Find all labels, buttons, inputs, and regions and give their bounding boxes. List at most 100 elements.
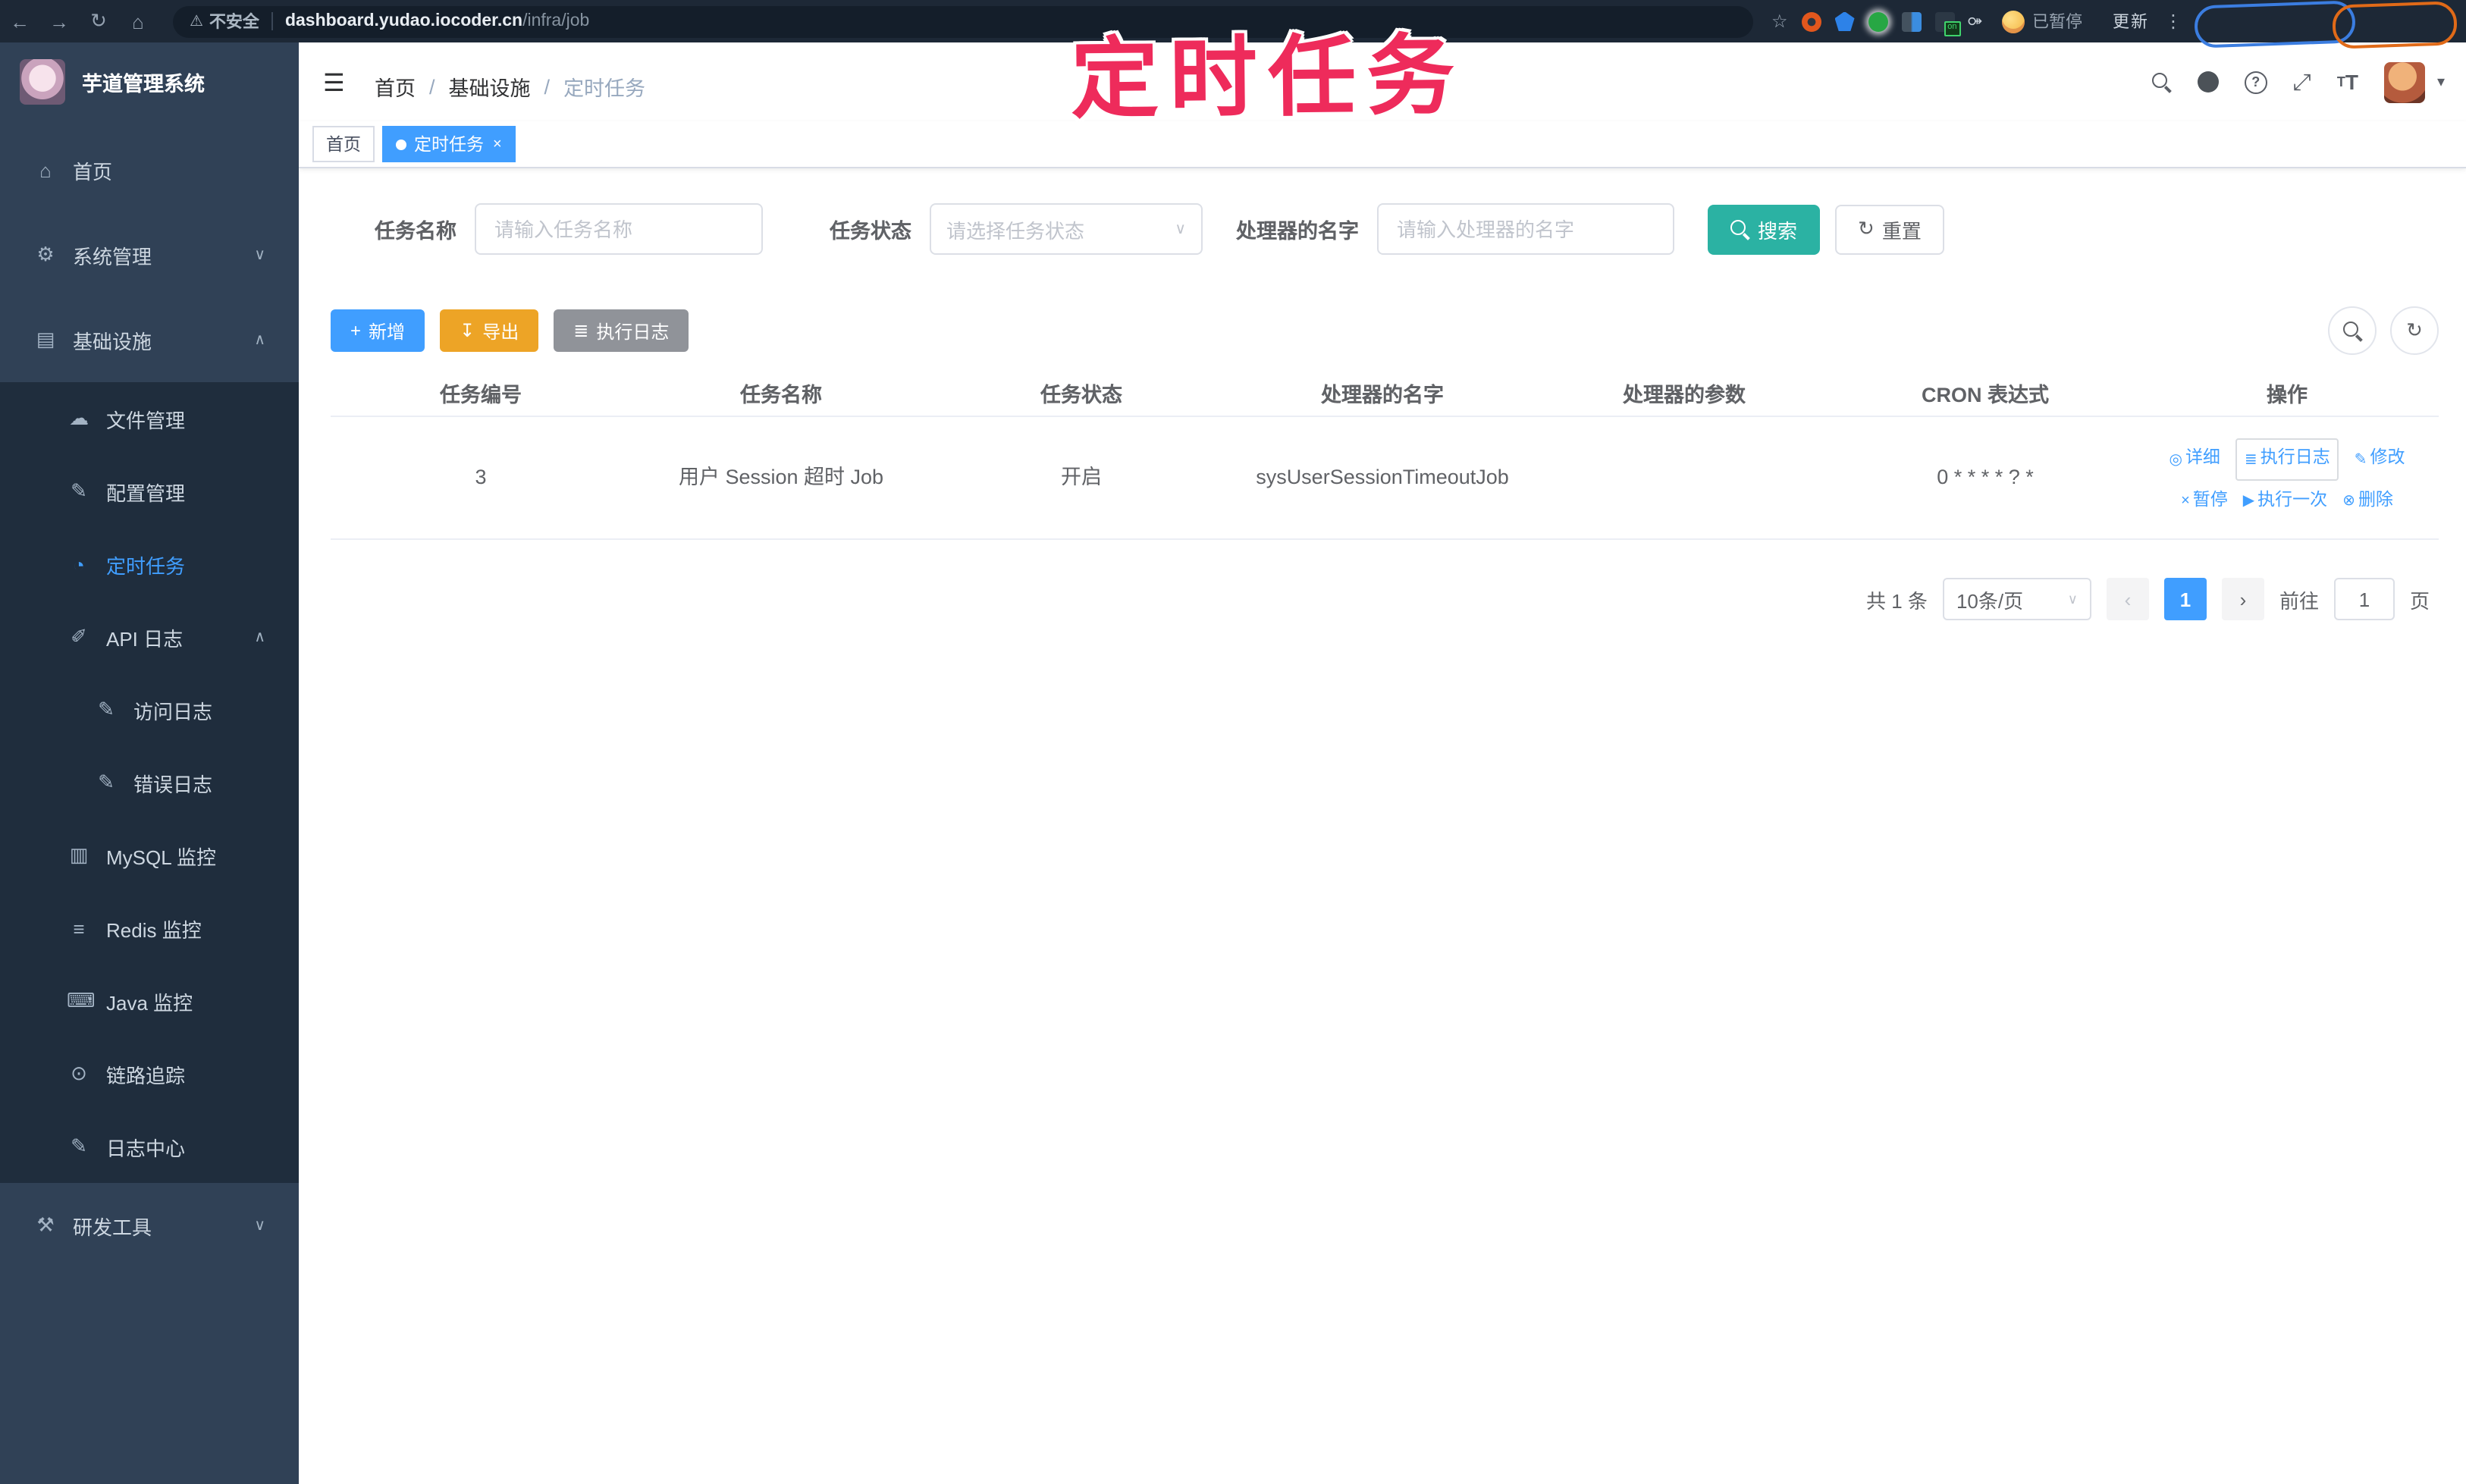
browser-update-button[interactable]: 更新 [2113,9,2149,33]
export-button-label: 导出 [482,321,519,342]
search-icon[interactable] [2151,72,2172,92]
col-cron: CRON 表达式 [1835,370,2135,417]
page-1-button[interactable]: 1 [2163,578,2207,620]
breadcrumb-infra[interactable]: 基础设施 [449,71,531,102]
sidebar-item-label: 文件管理 [106,409,186,431]
edit-icon: ✎ [71,479,87,502]
fullscreen-icon[interactable]: ⤢ [2293,69,2311,95]
sidebar-item-label: API 日志 [106,627,184,650]
extension-icon-grid[interactable] [1901,11,1922,31]
sidebar-item-error-log[interactable]: ✎ 错误日志 [0,746,299,819]
run-once-link[interactable]: ▶ 执行一次 [2243,487,2327,516]
detail-link[interactable]: ◎ 详细 [2169,445,2220,475]
sidebar-item-config-manage[interactable]: ✎ 配置管理 [0,455,299,528]
github-icon[interactable] [2197,71,2219,93]
bookmark-star-icon[interactable]: ☆ [1771,11,1788,32]
breadcrumb: 首页 / 基础设施 / 定时任务 [375,71,645,102]
refresh-button[interactable]: ↻ [2390,306,2439,355]
breadcrumb-home[interactable]: 首页 [375,71,416,102]
address-bar[interactable]: ⚠ 不安全 dashboard.yudao.iocoder.cn /infra/… [173,5,1753,37]
tools-icon: ⚒ [36,1213,55,1236]
timer-icon: ◔ [73,553,85,576]
browser-menu-icon[interactable]: ⋮ [2164,11,2182,32]
extension-icon-green[interactable] [1868,11,1888,31]
job-status-placeholder: 请选择任务状态 [946,219,1085,242]
job-status-select[interactable]: 请选择任务状态 ∨ [930,203,1203,255]
tag-home[interactable]: 首页 [312,126,375,162]
sidebar-item-java-monitor[interactable]: ⌨ Java 监控 [0,965,299,1037]
font-size-icon[interactable]: TT [2337,70,2358,94]
avatar-caret-icon[interactable]: ▾ [2437,74,2445,90]
prev-page-button[interactable]: ‹ [2106,578,2149,620]
goto-page-input[interactable] [2333,578,2395,620]
handler-name-input[interactable] [1377,203,1674,255]
exec-log-button[interactable]: ≣ 执行日志 [554,309,689,352]
modify-link[interactable]: ✎ 修改 [2355,445,2405,475]
search-button[interactable]: 搜索 [1708,204,1821,254]
download-icon: ↧ [460,320,475,341]
export-button[interactable]: ↧ 导出 [440,309,539,352]
delete-link[interactable]: ⊗ 删除 [2342,487,2393,516]
add-button[interactable]: + 新增 [331,309,425,352]
sidebar-item-mysql-monitor[interactable]: ▥ MySQL 监控 [0,819,299,892]
chevron-down-icon: ∨ [254,1217,265,1234]
sidebar-item-log-center[interactable]: ✎ 日志中心 [0,1110,299,1183]
help-icon[interactable]: ? [2244,71,2267,93]
security-label[interactable]: 不安全 [209,9,259,33]
font-size-small-glyph: T [2336,74,2345,89]
extensions-area: ☆ on ⚩ [1771,11,1982,36]
log-icon: ✎ [71,1134,87,1157]
home-icon: ⌂ [39,158,52,181]
modify-label: 修改 [2370,449,2405,468]
search-button-label: 搜索 [1758,219,1798,242]
reset-button[interactable]: ↻ 重置 [1835,204,1944,254]
paused-badge: 已暂停 [2031,14,2082,32]
browser-reload-icon[interactable]: ↻ [79,9,118,33]
tag-scheduled-job[interactable]: 定时任务 × [382,126,516,162]
sidebar-item-dev-tools[interactable]: ⚒ 研发工具 ∨ [0,1183,299,1268]
extension-icon-orange[interactable] [1801,11,1821,31]
extension-icon-list[interactable]: on [1934,11,1961,36]
table-row: 3 用户 Session 超时 Job 开启 sysUserSessionTim… [331,416,2439,540]
page-size-select[interactable]: 10条/页 ∨ [1942,578,2091,620]
extension-icon-blue[interactable] [1834,11,1855,31]
exec-log-button-label: 执行日志 [596,321,670,342]
col-handler-param: 处理器的参数 [1533,370,1835,417]
browser-back-icon[interactable]: ← [0,10,39,33]
profile-paused-chip[interactable]: 已暂停 [1997,6,2094,36]
cell-handler-param [1533,416,1835,540]
job-name-input[interactable] [475,203,763,255]
extension-on-badge: on [1944,21,1961,36]
browser-forward-icon[interactable]: → [39,10,79,33]
sidebar-item-label: 系统管理 [73,245,152,268]
sidebar-item-file-manage[interactable]: ☁ 文件管理 [0,382,299,455]
close-icon[interactable]: × [493,136,502,152]
chevron-up-icon: ∧ [254,331,265,348]
trash-icon: ⊗ [2342,493,2355,510]
hamburger-icon[interactable]: ☰ [323,68,345,99]
sidebar-item-scheduled-job[interactable]: ◔ 定时任务 [0,528,299,601]
pause-link[interactable]: × 暂停 [2181,487,2228,516]
chevron-down-icon: ∨ [254,246,265,263]
search-icon [1730,219,1750,239]
sidebar-item-api-log[interactable]: ✐ API 日志 ∧ [0,601,299,673]
sidebar-item-trace[interactable]: ⊙ 链路追踪 [0,1037,299,1110]
toggle-search-button[interactable] [2328,306,2377,355]
browser-home-icon[interactable]: ⌂ [118,10,158,33]
sidebar-item-infra[interactable]: ▤ 基础设施 ∧ [0,297,299,382]
sidebar-logo-row[interactable]: 芋道管理系统 [0,42,299,121]
next-page-button[interactable]: › [2221,578,2264,620]
job-table: 任务编号 任务名称 任务状态 处理器的名字 处理器的参数 CRON 表达式 操作… [331,370,2439,540]
sidebar-item-home[interactable]: ⌂ 首页 [0,127,299,212]
sidebar-item-label: Redis 监控 [106,918,202,941]
row-exec-log-link[interactable]: ≣ 执行日志 [2235,438,2339,481]
page-size-value: 10条/页 [1956,589,2024,612]
job-status-label: 任务状态 [830,220,911,243]
sidebar-item-redis-monitor[interactable]: ≡ Redis 监控 [0,892,299,965]
browser-toolbar: ← → ↻ ⌂ ⚠ 不安全 dashboard.yudao.iocoder.cn… [0,0,2466,42]
sidebar-item-system[interactable]: ⚙ 系统管理 ∨ [0,212,299,297]
pencil-square-icon: ✐ [71,625,87,648]
user-avatar[interactable] [2383,61,2425,102]
sidebar-item-access-log[interactable]: ✎ 访问日志 [0,673,299,746]
extensions-puzzle-icon[interactable]: ⚩ [1969,11,1982,31]
